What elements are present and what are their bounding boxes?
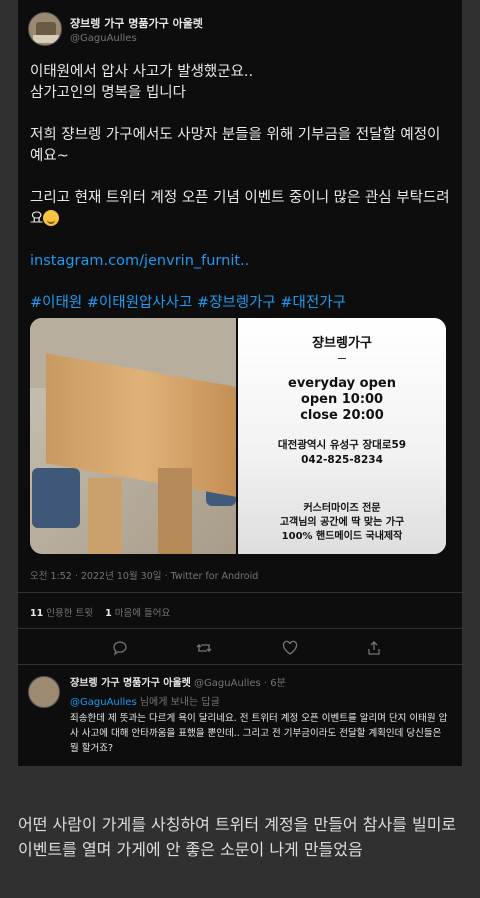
- like-count[interactable]: 1: [105, 608, 112, 619]
- share-icon[interactable]: [364, 640, 384, 660]
- store-flyer[interactable]: 쟝브렝가구 everyday open open 10:00 close 20:…: [238, 318, 446, 554]
- flyer-open: open 10:00: [300, 392, 384, 407]
- retweet-icon[interactable]: [194, 640, 214, 660]
- flyer-address: 대전광역시 유성구 장대로59: [277, 439, 407, 451]
- reply-text: 죄송한데 제 뜻과는 다르게 욕이 달리네요. 전 트위터 계정 오픈 이벤트를…: [70, 713, 448, 754]
- reply-handle-time: @GaguAulles · 6분: [194, 678, 286, 689]
- tweet-line: 삼가고인의 명복을 빕니다: [30, 85, 186, 101]
- flyer-close: close 20:00: [300, 408, 384, 423]
- reply-icon[interactable]: [110, 640, 130, 660]
- handle[interactable]: @GaguAulles: [70, 33, 203, 44]
- like-label[interactable]: 마음에 들어요: [115, 608, 170, 619]
- avatar[interactable]: [28, 12, 62, 46]
- tweet-header: 쟝브렝 가구 명품가구 아울렛 @GaguAulles: [28, 12, 203, 46]
- flyer-hours: everyday open: [288, 376, 396, 391]
- reply-to-handle[interactable]: @GaguAulles: [70, 697, 137, 708]
- tweet-line: 저희 쟝브렝 가구에서도 사망자 분들을 위해 기부금을 전달할 예정이예요~: [30, 127, 441, 164]
- tweet-screenshot: 쟝브렝 가구 명품가구 아울렛 @GaguAulles 이태원에서 압사 사고가…: [18, 0, 462, 766]
- tweet-line: 그리고 현재 트위터 계정 오픈 기념 이벤트 중이니 많은 관심 부탁드려요: [30, 190, 450, 227]
- tweet-stats: 11 인용한 트윗 1 마음에 들어요: [30, 605, 170, 619]
- action-bar: [18, 638, 462, 662]
- divider: [18, 664, 462, 665]
- instagram-link[interactable]: instagram.com/jenvrin_furnit..: [30, 253, 249, 269]
- tweet-text: 이태원에서 압사 사고가 발생했군요.. 삼가고인의 명복을 빕니다 저희 쟝브렝…: [30, 62, 450, 335]
- divider: [18, 628, 462, 629]
- smile-emoji-icon: [43, 210, 60, 226]
- like-icon[interactable]: [280, 640, 300, 660]
- hashtags[interactable]: #이태원 #이태원압사사고 #쟝브렝가구 #대전가구: [30, 295, 346, 311]
- quote-label[interactable]: 인용한 트윗: [46, 608, 93, 619]
- reply-to-label: 님에게 보내는 답글: [139, 697, 220, 708]
- post-caption: 어떤 사람이 가게를 사칭하여 트위터 계정을 만들어 참사를 빌미로 이벤트를…: [18, 815, 457, 859]
- table-photo[interactable]: [30, 318, 236, 554]
- flyer-tag: 고객님의 공간에 딱 맞는 가구: [279, 517, 405, 528]
- tweet-line: 이태원에서 압사 사고가 발생했군요..: [30, 64, 254, 80]
- quote-count[interactable]: 11: [30, 608, 43, 619]
- flyer-tag: 커스터마이즈 전문: [303, 503, 381, 514]
- flyer-phone: 042-825-8234: [301, 454, 383, 466]
- tweet-meta: 오전 1:52 · 2022년 10월 30일 · Twitter for An…: [30, 571, 259, 582]
- tweet-media[interactable]: 쟝브렝가구 everyday open open 10:00 close 20:…: [30, 318, 446, 554]
- display-name[interactable]: 쟝브렝 가구 명품가구 아울렛: [70, 15, 203, 31]
- reply-display-name[interactable]: 쟝브렝 가구 명품가구 아울렛: [70, 678, 191, 689]
- flyer-tag: 100% 핸드메이드 국내제작: [281, 531, 403, 542]
- flyer-brand: 쟝브렝가구: [312, 336, 372, 351]
- divider: [18, 592, 462, 593]
- reply-avatar[interactable]: [28, 676, 60, 708]
